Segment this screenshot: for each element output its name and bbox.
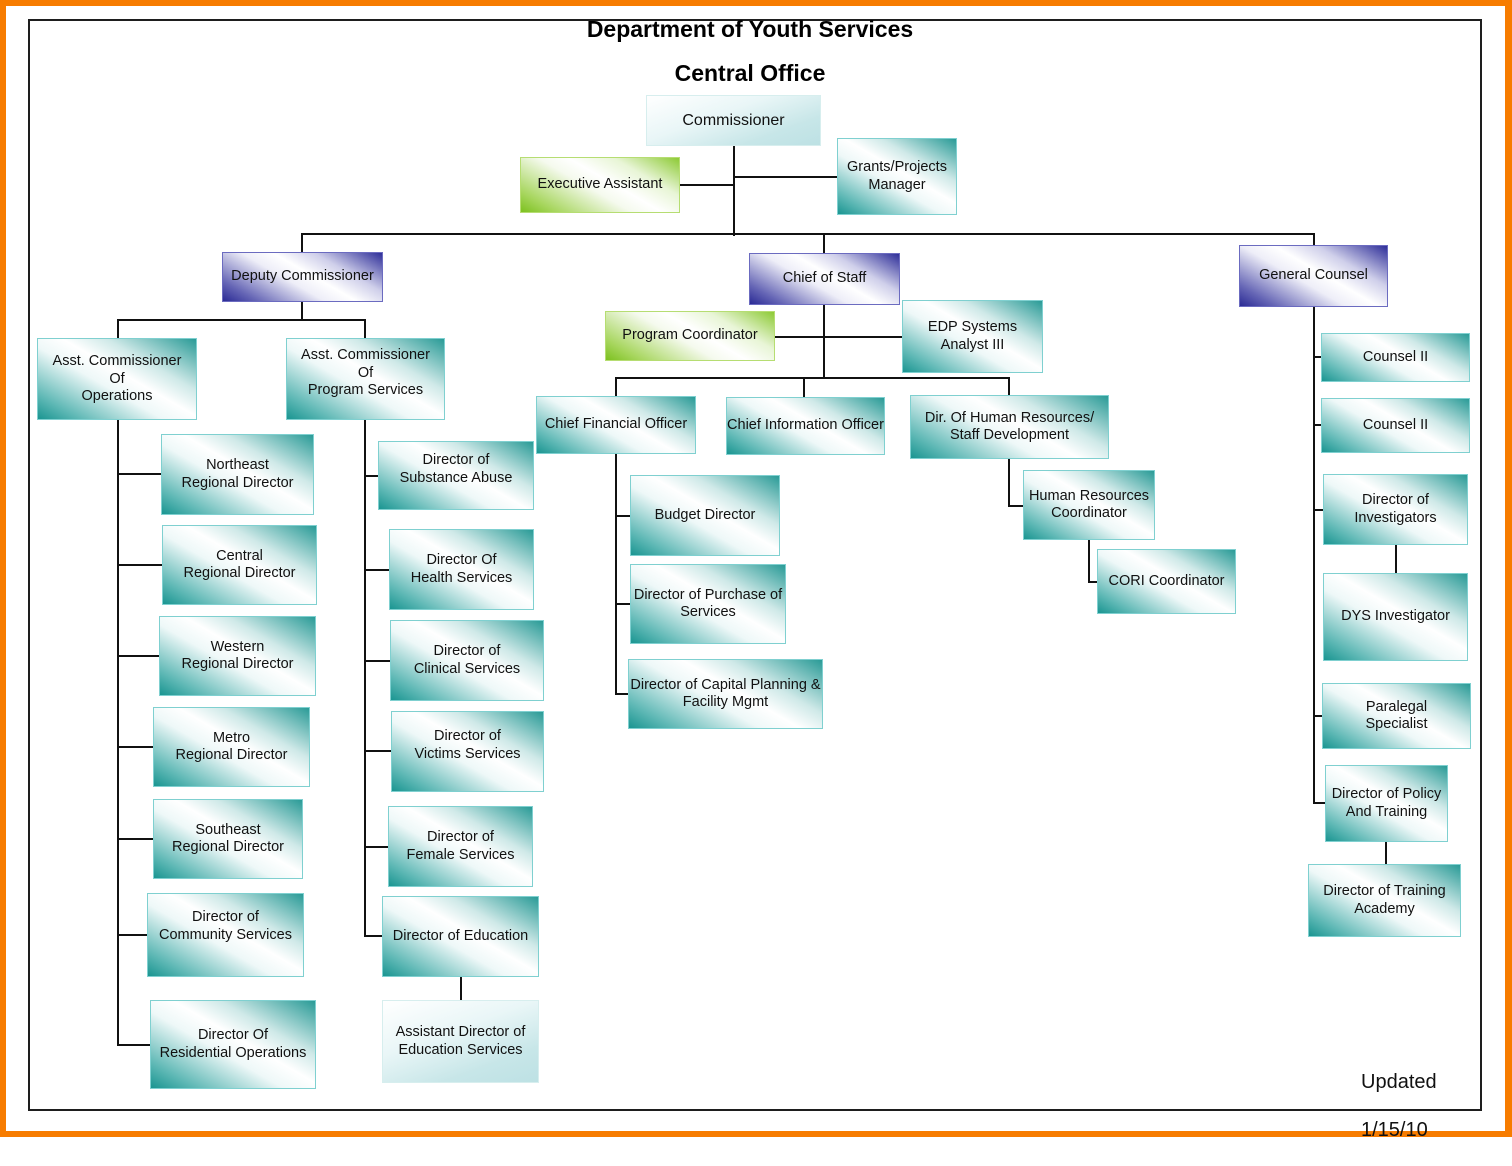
node-director-training-academy[interactable]: Director of Training Academy [1308, 864, 1461, 937]
chart-subtitle: Central Office [674, 60, 826, 86]
node-metro-regional-director[interactable]: Metro Regional Director [153, 707, 310, 787]
connector [615, 377, 1010, 379]
connector [1313, 306, 1315, 804]
connector [302, 233, 1315, 235]
node-chief-of-staff[interactable]: Chief of Staff [749, 253, 900, 305]
node-executive-assistant[interactable]: Executive Assistant [520, 157, 680, 213]
updated-note: Updated 1/15/10 [1361, 1046, 1437, 1166]
node-asst-director-education-services[interactable]: Assistant Director of Education Services [382, 1000, 539, 1083]
node-director-residential-operations[interactable]: Director Of Residential Operations [150, 1000, 316, 1089]
connector [117, 473, 162, 475]
connector [364, 846, 389, 848]
connector [117, 1044, 150, 1046]
node-paralegal-specialist[interactable]: Paralegal Specialist [1322, 683, 1471, 749]
connector [615, 453, 617, 695]
connector [117, 319, 119, 339]
connector [364, 475, 379, 477]
node-dys-investigator[interactable]: DYS Investigator [1323, 573, 1468, 661]
node-program-coordinator[interactable]: Program Coordinator [605, 311, 775, 361]
connector [364, 750, 392, 752]
connector [364, 660, 391, 662]
connector [1008, 505, 1024, 507]
node-cori-coordinator[interactable]: CORI Coordinator [1097, 549, 1236, 614]
node-director-purchase-services[interactable]: Director of Purchase of Services [630, 564, 786, 644]
node-director-health-services[interactable]: Director Of Health Services [389, 529, 534, 610]
connector [301, 233, 303, 253]
node-dir-human-resources[interactable]: Dir. Of Human Resources/ Staff Developme… [910, 395, 1109, 459]
node-northeast-regional-director[interactable]: Northeast Regional Director [161, 434, 314, 515]
connector [460, 976, 462, 1001]
node-counsel-ii-1[interactable]: Counsel II [1321, 333, 1470, 382]
updated-label: Updated [1361, 1071, 1437, 1093]
node-asst-commissioner-program-services[interactable]: Asst. Commissioner Of Program Services [286, 338, 445, 420]
connector [117, 655, 159, 657]
updated-date: 1/15/10 [1361, 1119, 1428, 1141]
node-director-investigators[interactable]: Director of Investigators [1323, 474, 1468, 545]
connector [364, 935, 383, 937]
node-director-education[interactable]: Director of Education [382, 896, 539, 977]
connector [117, 564, 162, 566]
connector [1313, 233, 1315, 245]
connector [1008, 458, 1010, 507]
node-general-counsel[interactable]: General Counsel [1239, 245, 1388, 307]
node-deputy-commissioner[interactable]: Deputy Commissioner [222, 252, 383, 302]
node-asst-commissioner-operations[interactable]: Asst. Commissioner Of Operations [37, 338, 197, 420]
connector [1008, 377, 1010, 396]
connector [679, 184, 734, 186]
node-director-community-services[interactable]: Director of Community Services [147, 893, 304, 977]
connector [733, 146, 735, 236]
connector [615, 515, 631, 517]
node-commissioner[interactable]: Commissioner [646, 95, 821, 146]
node-chief-financial-officer[interactable]: Chief Financial Officer [536, 396, 696, 454]
connector [774, 336, 904, 338]
connector [803, 377, 805, 397]
node-director-capital-planning[interactable]: Director of Capital Planning & Facility … [628, 659, 823, 729]
node-director-substance-abuse[interactable]: Director of Substance Abuse [378, 441, 534, 510]
chart-title: Department of Youth Services [586, 16, 914, 42]
connector [364, 319, 366, 339]
node-edp-systems-analyst[interactable]: EDP Systems Analyst III [902, 300, 1043, 373]
connector [364, 419, 366, 937]
connector [615, 693, 629, 695]
connector [734, 176, 838, 178]
connector [117, 934, 147, 936]
connector [364, 569, 390, 571]
node-grants-projects-manager[interactable]: Grants/Projects Manager [837, 138, 957, 215]
node-director-victims-services[interactable]: Director of Victims Services [391, 711, 544, 792]
connector [1088, 539, 1090, 583]
node-counsel-ii-2[interactable]: Counsel II [1321, 398, 1470, 453]
node-chief-information-officer[interactable]: Chief Information Officer [726, 397, 885, 455]
connector [615, 603, 631, 605]
node-director-clinical-services[interactable]: Director of Clinical Services [390, 620, 544, 701]
connector [117, 419, 119, 1046]
connector [117, 746, 154, 748]
connector [301, 301, 303, 320]
connector [615, 377, 617, 397]
node-director-policy-training[interactable]: Director of Policy And Training [1325, 765, 1448, 842]
connector [1385, 841, 1387, 865]
connector [1395, 544, 1397, 574]
node-central-regional-director[interactable]: Central Regional Director [162, 525, 317, 605]
connector [823, 304, 825, 378]
node-western-regional-director[interactable]: Western Regional Director [159, 616, 316, 696]
connector [117, 838, 154, 840]
node-director-female-services[interactable]: Director of Female Services [388, 806, 533, 887]
node-hr-coordinator[interactable]: Human Resources Coordinator [1023, 470, 1155, 540]
node-southeast-regional-director[interactable]: Southeast Regional Director [153, 799, 303, 879]
connector [117, 319, 366, 321]
connector [823, 233, 825, 254]
node-budget-director[interactable]: Budget Director [630, 475, 780, 556]
